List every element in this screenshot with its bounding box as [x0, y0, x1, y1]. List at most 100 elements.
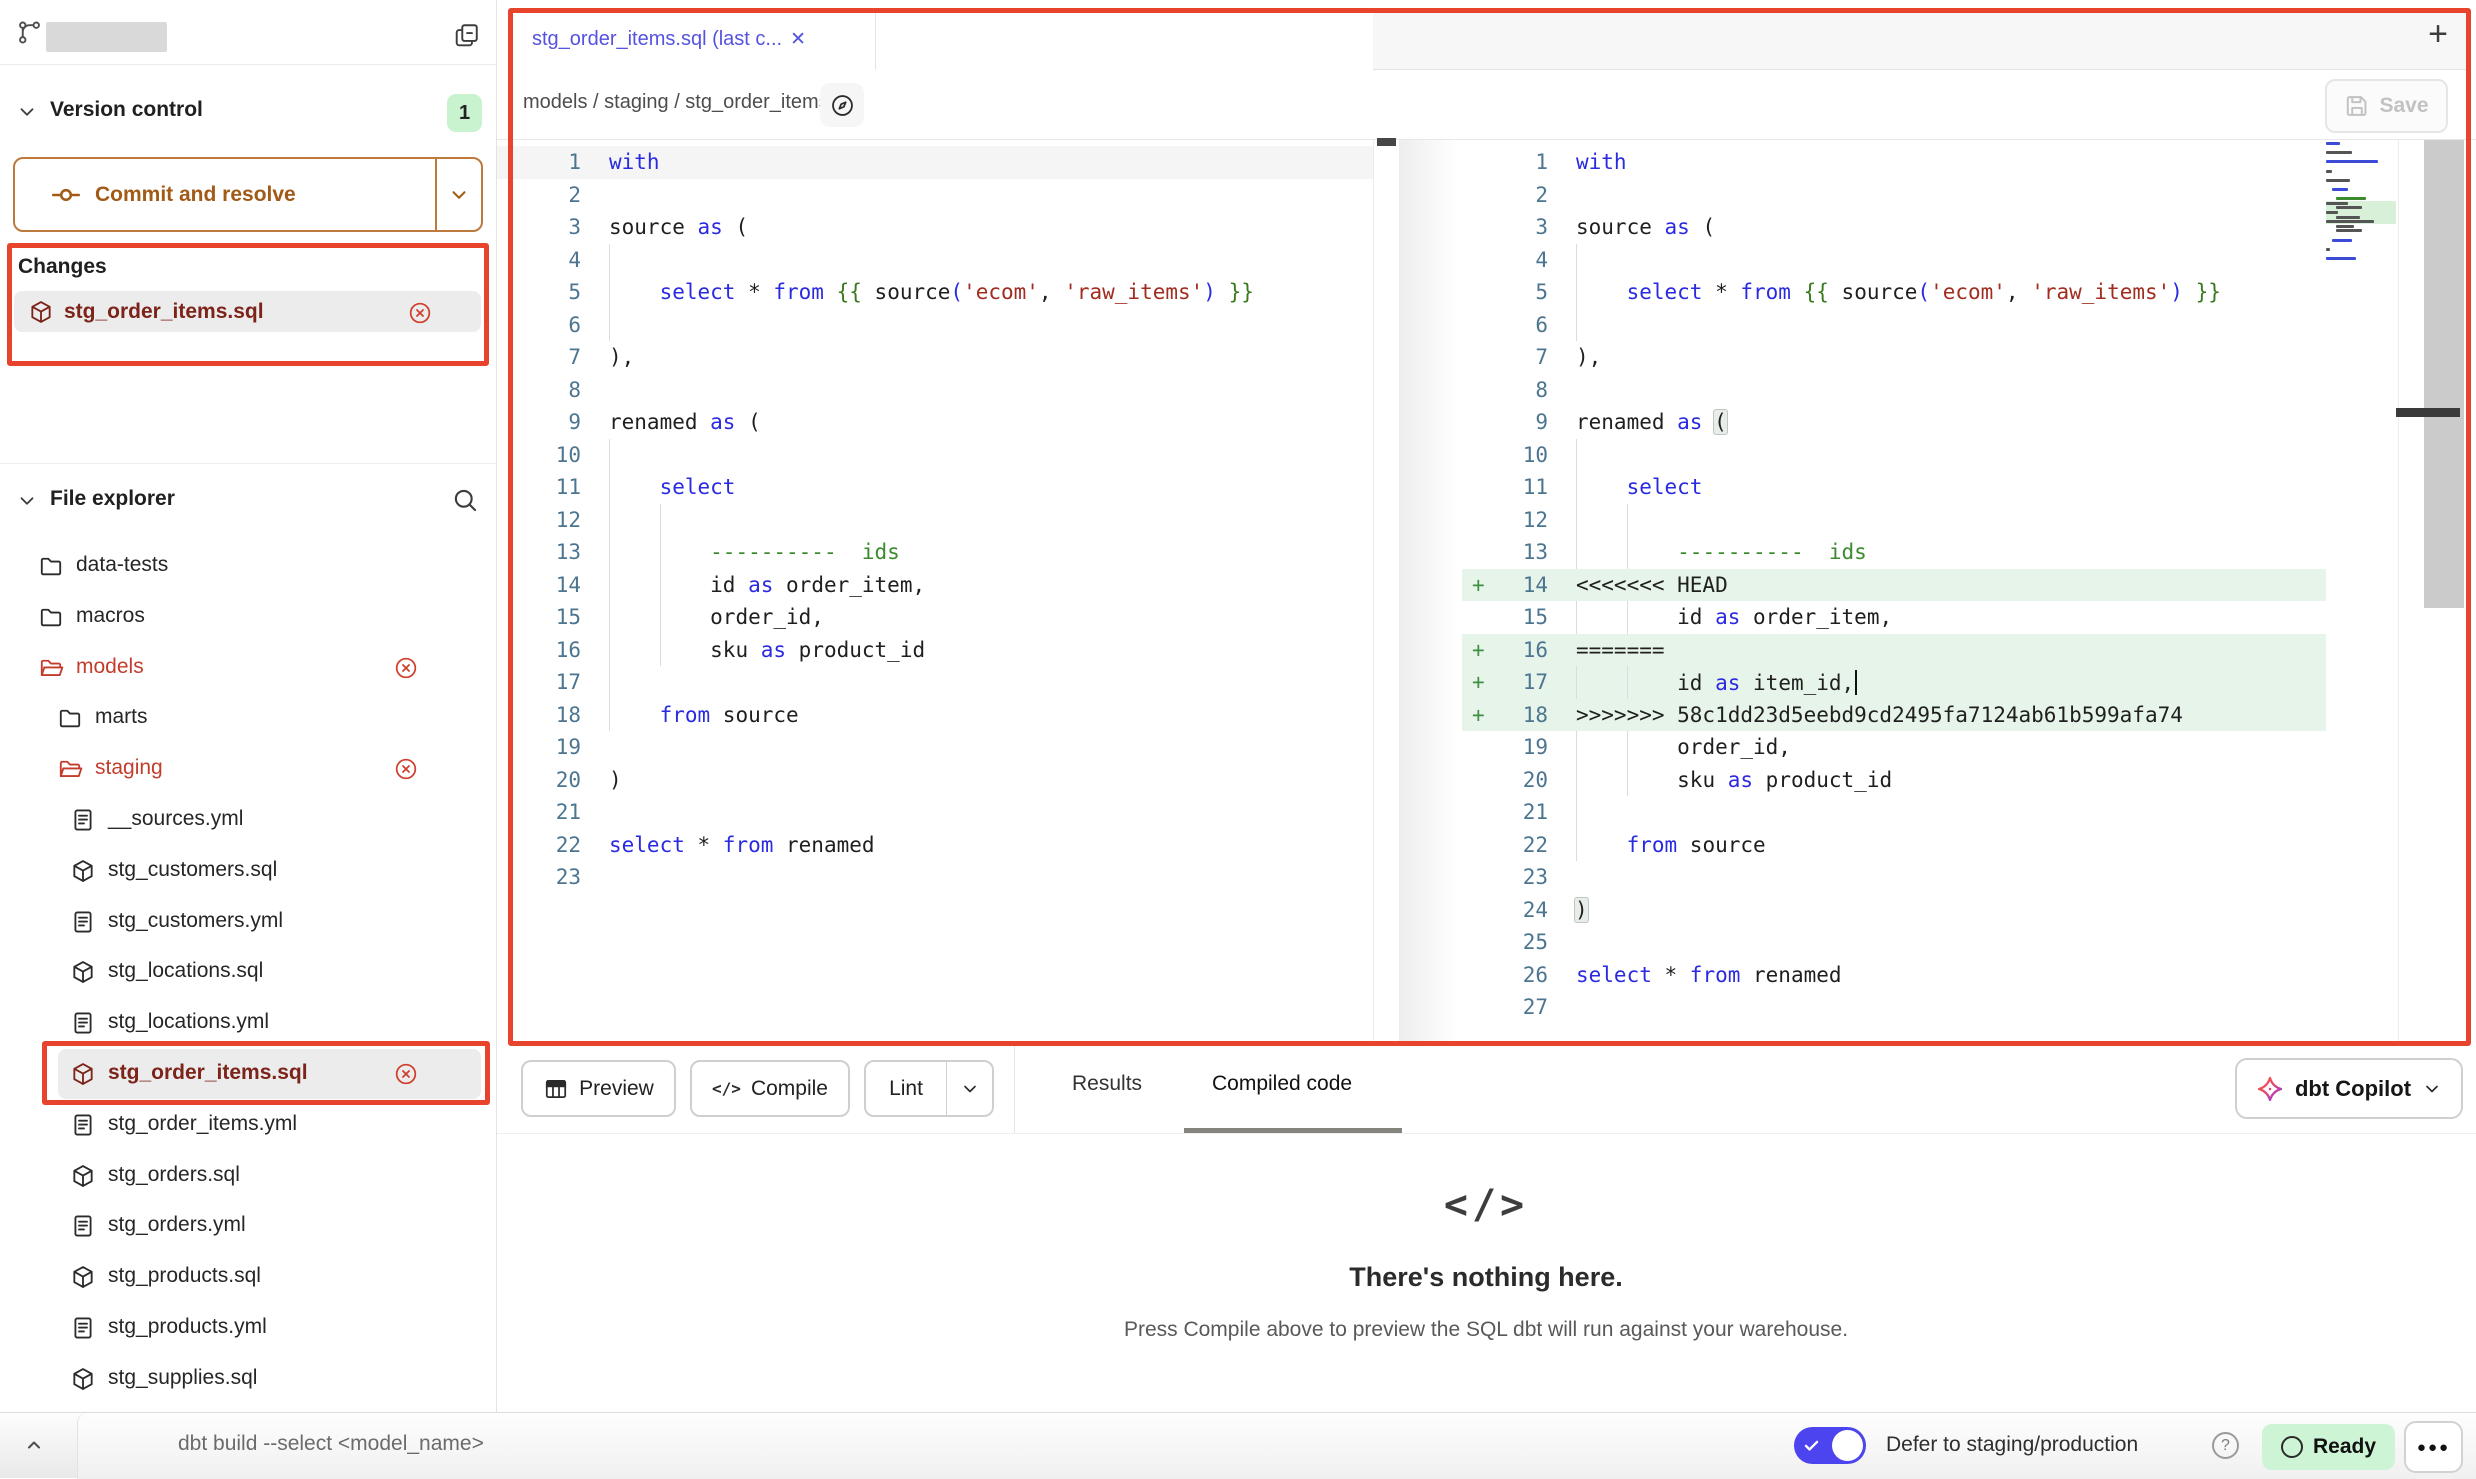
- compass-icon: [829, 92, 856, 119]
- file-name: stg_orders.sql: [108, 1163, 240, 1187]
- copy-icon[interactable]: [452, 21, 481, 50]
- file-explorer-list: data-tests macros models marts staging __sour…: [0, 544, 497, 1412]
- explorer-item--sources-yml[interactable]: __sources.yml: [0, 798, 497, 842]
- explorer-item-stg-products-yml[interactable]: stg_products.yml: [0, 1306, 497, 1350]
- preview-button[interactable]: Preview: [521, 1060, 676, 1117]
- help-icon[interactable]: ?: [2212, 1432, 2239, 1459]
- code-line-14: 14 id as order_item,: [497, 569, 1373, 602]
- explorer-item-stg-orders-yml[interactable]: stg_orders.yml: [0, 1204, 497, 1248]
- code-line-10: 10: [497, 439, 1373, 472]
- explorer-item-data-tests[interactable]: data-tests: [0, 544, 497, 588]
- code-line-18: 18 from source: [497, 699, 1373, 732]
- code-line-26: 26select * from renamed: [1462, 959, 2326, 992]
- code-line-1: 1with: [497, 146, 1373, 179]
- file-name: models: [76, 655, 144, 679]
- code-line-19: 19: [497, 731, 1373, 764]
- code-line-7: 7),: [1462, 341, 2326, 374]
- code-line-2: 2: [1462, 179, 2326, 212]
- save-button[interactable]: Save: [2325, 79, 2448, 133]
- code-line-7: 7),: [497, 341, 1373, 374]
- new-tab-button[interactable]: +: [2416, 10, 2460, 58]
- chevron-down-icon[interactable]: [16, 490, 38, 512]
- explorer-item-stg-products-sql[interactable]: stg_products.sql: [0, 1255, 497, 1299]
- command-placeholder: dbt build --select <model_name>: [178, 1432, 484, 1456]
- tab-stg-order-items[interactable]: stg_order_items.sql (last c... ✕: [508, 8, 876, 70]
- toolbar-divider: [1014, 1046, 1015, 1133]
- explorer-item-macros[interactable]: macros: [0, 595, 497, 639]
- explorer-item-stg-order-items-yml[interactable]: stg_order_items.yml: [0, 1103, 497, 1147]
- code-icon: </>: [1386, 1182, 1586, 1228]
- explorer-item-marts[interactable]: marts: [0, 696, 497, 740]
- ready-circle-icon: [2281, 1436, 2303, 1458]
- file-name: macros: [76, 604, 145, 628]
- explorer-item-stg-locations-sql[interactable]: stg_locations.sql: [0, 950, 497, 994]
- code-line-13: 13 ---------- ids: [497, 536, 1373, 569]
- commit-and-resolve-button[interactable]: Commit and resolve: [13, 157, 483, 232]
- discard-change-icon[interactable]: [393, 655, 419, 681]
- discard-change-icon[interactable]: [407, 300, 433, 326]
- compile-button[interactable]: </> Compile: [690, 1060, 850, 1117]
- branch-name-redacted: [46, 22, 167, 52]
- tab-label: stg_order_items.sql (last c...: [532, 28, 782, 51]
- lint-button[interactable]: Lint: [864, 1060, 994, 1117]
- changes-count-badge: 1: [447, 94, 482, 132]
- copilot-label: dbt Copilot: [2295, 1076, 2411, 1102]
- chevron-up-icon[interactable]: [22, 1433, 46, 1457]
- code-line-4: 4: [1462, 244, 2326, 277]
- commit-button-label: Commit and resolve: [95, 183, 296, 207]
- code-line-19: 19 order_id,: [1462, 731, 2326, 764]
- folder-open-icon: [38, 655, 64, 681]
- search-icon[interactable]: [450, 485, 480, 515]
- left-pane-scrollbar[interactable]: [1373, 140, 1397, 1041]
- editor-left-pane[interactable]: 1with23source as (45 select * from {{ so…: [497, 146, 1373, 894]
- code-line-21: 21: [497, 796, 1373, 829]
- explorer-item-stg-supplies-sql[interactable]: stg_supplies.sql: [0, 1357, 497, 1401]
- discard-change-icon[interactable]: [393, 756, 419, 782]
- file-name: staging: [95, 756, 163, 780]
- explorer-item-stg-customers-yml[interactable]: stg_customers.yml: [0, 900, 497, 944]
- code-line-3: 3source as (: [497, 211, 1373, 244]
- code-line-15: 15 order_id,: [497, 601, 1373, 634]
- doc-icon: [70, 807, 96, 833]
- folder-icon: [38, 604, 64, 630]
- explorer-item-models[interactable]: models: [0, 646, 497, 690]
- commit-dropdown-button[interactable]: [435, 159, 481, 230]
- dbt-copilot-button[interactable]: dbt Copilot: [2235, 1058, 2463, 1119]
- defer-toggle[interactable]: [1794, 1427, 1866, 1464]
- lint-dropdown-button[interactable]: [946, 1062, 992, 1115]
- file-name: stg_order_items.sql: [108, 1061, 308, 1085]
- editor-right-pane[interactable]: 1with23source as (45 select * from {{ so…: [1462, 146, 2326, 1024]
- tab-close-icon[interactable]: ✕: [790, 28, 806, 51]
- compile-label: Compile: [751, 1077, 828, 1101]
- explore-lineage-button[interactable]: [820, 83, 864, 127]
- doc-icon: [70, 1315, 96, 1341]
- tab-compiled-code[interactable]: Compiled code: [1212, 1072, 1352, 1096]
- file-name: stg_customers.yml: [108, 909, 283, 933]
- explorer-item-stg-orders-sql[interactable]: stg_orders.sql: [0, 1154, 497, 1198]
- chevron-down-icon[interactable]: [16, 101, 38, 123]
- code-line-16: +16=======: [1462, 634, 2326, 667]
- changes-title: Changes: [18, 255, 107, 279]
- breadcrumb: models / staging / stg_order_items.sql: [523, 91, 860, 114]
- file-name: __sources.yml: [108, 807, 243, 831]
- editor-scrollbar-handle[interactable]: [2424, 140, 2464, 608]
- file-name: stg_customers.sql: [108, 858, 277, 882]
- more-options-button[interactable]: ●●●: [2404, 1421, 2463, 1473]
- code-line-22: 22select * from renamed: [497, 829, 1373, 862]
- code-line-25: 25: [1462, 926, 2326, 959]
- explorer-item-stg-locations-yml[interactable]: stg_locations.yml: [0, 1001, 497, 1045]
- code-line-27: 27: [1462, 991, 2326, 1024]
- explorer-item-stg-customers-sql[interactable]: stg_customers.sql: [0, 849, 497, 893]
- discard-change-icon[interactable]: [393, 1061, 419, 1087]
- code-line-20: 20 sku as product_id: [1462, 764, 2326, 797]
- code-line-5: 5 select * from {{ source('ecom', 'raw_i…: [1462, 276, 2326, 309]
- explorer-item-stg-order-items-sql[interactable]: stg_order_items.sql: [0, 1052, 497, 1096]
- minimap[interactable]: [2326, 142, 2396, 270]
- code-line-23: 23: [497, 861, 1373, 894]
- tab-results[interactable]: Results: [1072, 1072, 1142, 1096]
- changed-file-item[interactable]: stg_order_items.sql: [14, 291, 481, 332]
- table-icon: [543, 1076, 569, 1102]
- code-line-1: 1with: [1462, 146, 2326, 179]
- explorer-item-staging[interactable]: staging: [0, 747, 497, 791]
- toggle-knob: [1832, 1430, 1863, 1461]
